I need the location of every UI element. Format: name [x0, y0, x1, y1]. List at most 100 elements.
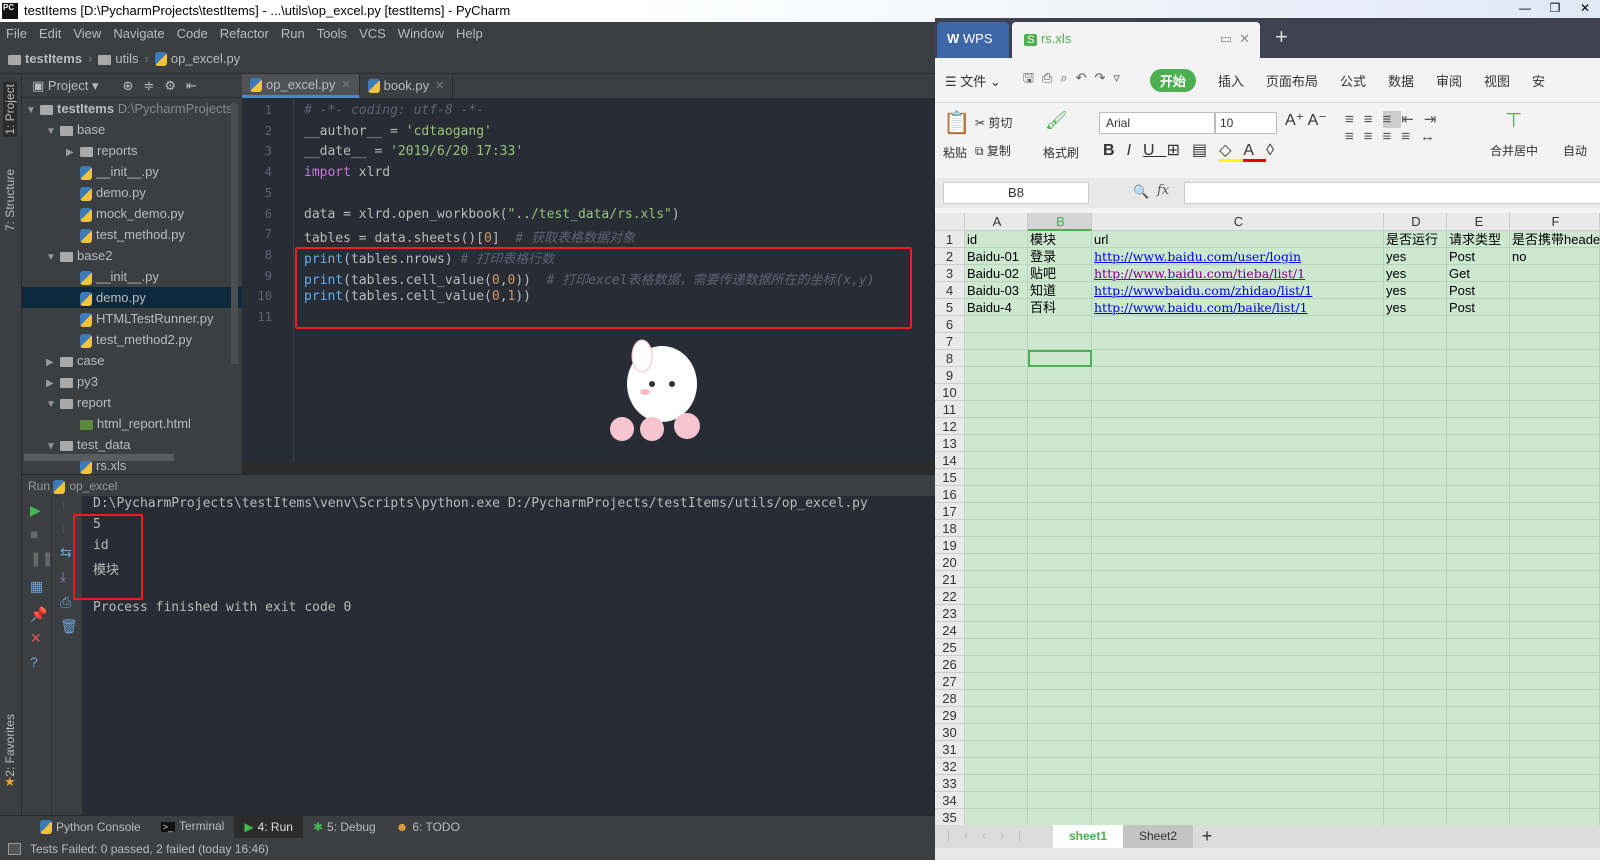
row-header[interactable]: 19	[935, 537, 965, 554]
vertical-scrollbar[interactable]	[231, 104, 238, 364]
grid-cell[interactable]	[1510, 639, 1600, 656]
grid-cell[interactable]	[1447, 792, 1510, 809]
tab-security[interactable]: 安	[1532, 71, 1545, 90]
grid-cell[interactable]	[1447, 571, 1510, 588]
column-header[interactable]: B	[1028, 213, 1092, 231]
row-header[interactable]: 4	[935, 282, 965, 299]
grid-cell[interactable]	[1028, 639, 1092, 656]
row-header[interactable]: 3	[935, 265, 965, 282]
collapse-icon[interactable]: ≑	[143, 78, 154, 94]
grid-cell[interactable]	[1447, 639, 1510, 656]
expand-arrow-icon[interactable]: ▼	[46, 247, 60, 268]
project-view-selector[interactable]: ▣ Project ▾	[32, 78, 99, 94]
grid-cell[interactable]	[1028, 333, 1092, 350]
grid-cell[interactable]	[965, 537, 1028, 554]
grid-cell[interactable]	[1028, 605, 1092, 622]
tree-item[interactable]: ▶ reports	[22, 140, 242, 161]
paste-icon[interactable]: 📋	[943, 110, 970, 136]
grid-cell[interactable]	[1384, 673, 1447, 690]
grid-cell[interactable]	[965, 792, 1028, 809]
alignment-buttons[interactable]: ≡≡≡⇤⇥ ≡≡≡≡↔	[1345, 110, 1446, 145]
terminal-tab[interactable]: >_ Terminal	[151, 815, 235, 839]
grid-cell[interactable]	[965, 809, 1028, 825]
grid-cell[interactable]	[1092, 333, 1384, 350]
breadcrumb-item[interactable]: op_excel.py	[154, 51, 240, 67]
grid-cell[interactable]	[1092, 452, 1384, 469]
file-tab-rs-xls[interactable]: S rs.xls ▭ ✕	[1012, 22, 1260, 58]
run-console[interactable]: D:\PycharmProjects\testItems\venv\Script…	[82, 496, 935, 815]
close-tab-icon[interactable]: ✕	[1239, 22, 1250, 56]
grid-cell[interactable]	[1447, 741, 1510, 758]
grid-cell[interactable]	[1510, 571, 1600, 588]
grid-cell[interactable]: Get	[1447, 265, 1510, 282]
grid-cell[interactable]	[1028, 537, 1092, 554]
tab-view[interactable]: 视图	[1484, 71, 1510, 90]
close-tab-icon[interactable]: ✕	[435, 74, 444, 98]
grid-cell[interactable]	[1510, 401, 1600, 418]
sheet-nav-arrows[interactable]: |‹‹›|	[947, 828, 1035, 842]
name-box[interactable]: B8	[943, 182, 1089, 204]
row-header[interactable]: 21	[935, 571, 965, 588]
grid-cell[interactable]	[1092, 486, 1384, 503]
tab-home[interactable]: 开始	[1149, 68, 1196, 92]
gear-icon[interactable]: ⚙	[164, 78, 176, 94]
grid-cell[interactable]: 百科	[1028, 299, 1092, 316]
grid-cell[interactable]	[1447, 316, 1510, 333]
tree-item[interactable]: __init__.py	[22, 266, 242, 287]
breadcrumb-item[interactable]: utils	[98, 51, 139, 66]
grid-cell[interactable]	[965, 639, 1028, 656]
grid-cell[interactable]	[1447, 690, 1510, 707]
grid-cell[interactable]	[1092, 707, 1384, 724]
grid-cell[interactable]	[1447, 554, 1510, 571]
grid-cell[interactable]	[1510, 265, 1600, 282]
grid-cell[interactable]	[1447, 401, 1510, 418]
grid-cell[interactable]	[1510, 486, 1600, 503]
grid-cell[interactable]	[1510, 316, 1600, 333]
grid-cell[interactable]	[1028, 588, 1092, 605]
grid-cell[interactable]	[965, 724, 1028, 741]
tree-item[interactable]: demo.py	[22, 287, 242, 308]
grid-cell[interactable]	[1028, 418, 1092, 435]
grid-cell[interactable]	[1028, 792, 1092, 809]
grid-cell[interactable]	[1092, 758, 1384, 775]
grid-cell[interactable]	[965, 588, 1028, 605]
grid-cell[interactable]	[1447, 520, 1510, 537]
menu-code[interactable]: Code	[171, 26, 214, 41]
grid-cell[interactable]	[1510, 537, 1600, 554]
grid-cell[interactable]	[1028, 571, 1092, 588]
grid-cell[interactable]	[1447, 588, 1510, 605]
pause-icon[interactable]: ❚❚	[30, 550, 53, 566]
grid-cell[interactable]	[1510, 282, 1600, 299]
column-header[interactable]: A	[965, 213, 1028, 231]
url-link-cell[interactable]: http://www.baidu.com/tieba/list/1	[1092, 265, 1384, 282]
row-header[interactable]: 10	[935, 384, 965, 401]
grid-cell[interactable]	[1447, 418, 1510, 435]
merge-icon[interactable]: ⊤	[1505, 108, 1522, 133]
grid-cell[interactable]	[1092, 384, 1384, 401]
grid-cell[interactable]	[1092, 571, 1384, 588]
grid-cell[interactable]	[1092, 350, 1384, 367]
grid-cell[interactable]: Baidu-02	[965, 265, 1028, 282]
pin-icon[interactable]: 📌	[30, 606, 47, 622]
row-header[interactable]: 11	[935, 401, 965, 418]
column-header[interactable]: D	[1384, 213, 1447, 231]
grid-cell[interactable]	[1092, 792, 1384, 809]
grid-cell[interactable]	[965, 469, 1028, 486]
grid-cell[interactable]	[1447, 452, 1510, 469]
grid-cell[interactable]	[1510, 741, 1600, 758]
grid-cell[interactable]	[1510, 724, 1600, 741]
close-tab-icon[interactable]: ✕	[341, 73, 350, 97]
horizontal-scrollbar[interactable]	[24, 454, 174, 461]
tree-item[interactable]: demo.py	[22, 182, 242, 203]
todo-tab[interactable]: ☻ 6: TODO	[386, 816, 470, 839]
grid-cell[interactable]: 贴吧	[1028, 265, 1092, 282]
row-header[interactable]: 25	[935, 639, 965, 656]
grid-cell[interactable]	[1028, 775, 1092, 792]
grid-cell[interactable]	[965, 435, 1028, 452]
menu-tools[interactable]: Tools	[311, 26, 353, 41]
rerun-icon[interactable]: ▶	[30, 502, 41, 518]
grid-cell[interactable]	[1092, 656, 1384, 673]
breadcrumb-item[interactable]: testItems	[8, 51, 82, 66]
sheet-tab-sheet2[interactable]: Sheet2	[1123, 825, 1193, 848]
grid-cell[interactable]	[965, 367, 1028, 384]
